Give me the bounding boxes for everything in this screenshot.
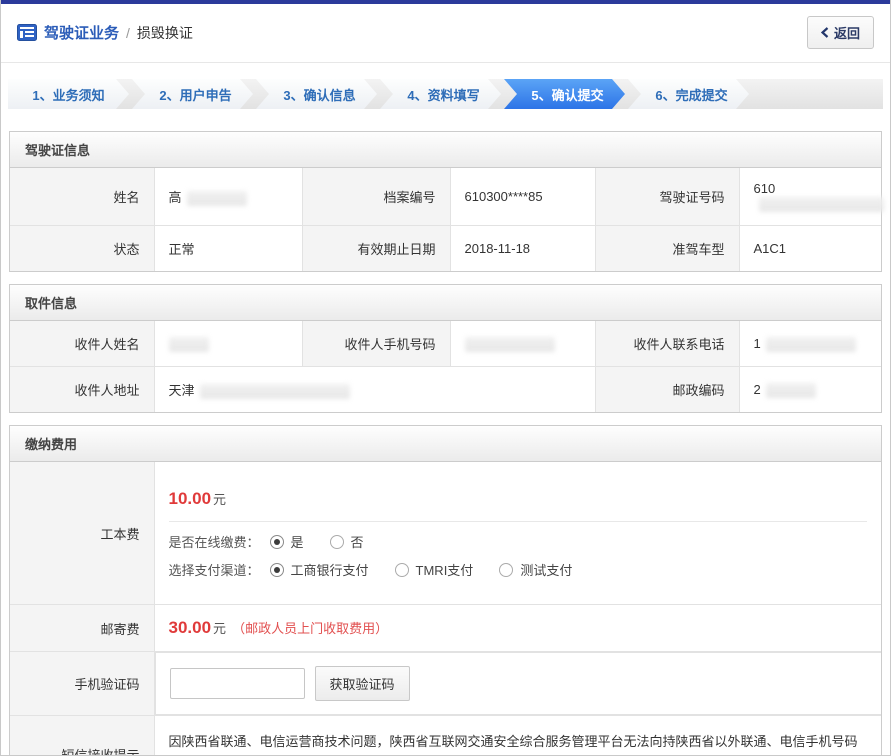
table-row: 短信接收提示 因陕西省联通、电信运营商技术问题，陕西省互联网交通安全综合服务管理…	[10, 716, 881, 756]
pay-channel-question-row: 选择支付渠道： 工商银行支付 TMRI支付 测试支付	[169, 560, 868, 579]
status-value: 正常	[154, 226, 302, 272]
section-license-info: 驾驶证信息 姓名 高 档案编号 610300****85 驾驶证号码 610 状…	[9, 131, 882, 272]
section-title-pickup: 取件信息	[10, 285, 881, 321]
license-list-icon	[17, 24, 37, 41]
online-pay-question-row: 是否在线缴费： 是 否	[169, 532, 868, 551]
online-pay-question: 是否在线缴费：	[169, 532, 260, 551]
postage-fee-cell: 30.00元（邮政人员上门收取费用）	[154, 605, 881, 652]
name-label: 姓名	[10, 168, 154, 226]
valid-until-value: 2018-11-18	[450, 226, 595, 272]
recipient-mobile-value	[450, 321, 595, 367]
section-pickup-info: 取件信息 收件人姓名 收件人手机号码 收件人联系电话 1 收件人地址 天津 邮政…	[9, 284, 882, 413]
status-label: 状态	[10, 226, 154, 272]
redacted-text	[766, 383, 816, 398]
recipient-phone-label: 收件人联系电话	[595, 321, 739, 367]
radio-icon[interactable]	[270, 563, 284, 577]
get-sms-code-button[interactable]: 获取验证码	[315, 666, 410, 701]
redacted-text	[200, 384, 350, 399]
step-5-confirm-submit: 5、确认提交	[504, 79, 625, 109]
recipient-address-value: 天津	[154, 367, 595, 413]
step-1-notice: 1、业务须知	[8, 79, 129, 109]
postage-fee-label: 邮寄费	[10, 605, 154, 652]
work-fee-cell: 10.00元 是否在线缴费： 是 否	[154, 462, 881, 605]
chevron-left-icon	[821, 27, 829, 38]
postage-note: （邮政人员上门收取费用）	[232, 621, 388, 636]
fees-table: 工本费 10.00元 是否在线缴费： 是 否	[10, 462, 881, 756]
redacted-text	[759, 197, 884, 212]
back-button[interactable]: 返回	[807, 16, 874, 49]
radio-online-yes[interactable]: 是	[270, 532, 304, 551]
section-title-license: 驾驶证信息	[10, 132, 881, 168]
table-row: 收件人姓名 收件人手机号码 收件人联系电话 1	[10, 321, 881, 367]
redacted-text	[187, 191, 247, 206]
license-number-value: 610	[739, 168, 881, 226]
step-6-complete: 6、完成提交	[628, 79, 749, 109]
table-row: 状态 正常 有效期止日期 2018-11-18 准驾车型 A1C1	[10, 226, 881, 272]
radio-icon[interactable]	[499, 563, 513, 577]
table-row: 姓名 高 档案编号 610300****85 驾驶证号码 610	[10, 168, 881, 226]
table-row: 收件人地址 天津 邮政编码 2	[10, 367, 881, 413]
radio-icon[interactable]	[330, 535, 344, 549]
redacted-text	[465, 337, 555, 352]
postal-code-label: 邮政编码	[595, 367, 739, 413]
pickup-info-table: 收件人姓名 收件人手机号码 收件人联系电话 1 收件人地址 天津 邮政编码 2	[10, 321, 881, 412]
recipient-mobile-label: 收件人手机号码	[302, 321, 450, 367]
page-title[interactable]: 驾驶证业务	[44, 22, 119, 43]
file-number-value: 610300****85	[450, 168, 595, 226]
sms-code-cell: 获取验证码	[155, 652, 882, 715]
recipient-name-value	[154, 321, 302, 367]
breadcrumb: 驾驶证业务 / 损毁换证	[17, 22, 193, 43]
sms-code-input[interactable]	[170, 668, 305, 699]
radio-channel-icbc[interactable]: 工商银行支付	[270, 560, 369, 579]
section-title-fees: 缴纳费用	[10, 426, 881, 462]
page: 驾驶证业务 / 损毁换证 返回 1、业务须知 2、用户申告 3、确认信息 4、资…	[0, 0, 891, 756]
step-2-declaration: 2、用户申告	[132, 79, 253, 109]
radio-online-no[interactable]: 否	[330, 532, 364, 551]
breadcrumb-current: 损毁换证	[137, 23, 193, 43]
radio-icon[interactable]	[395, 563, 409, 577]
valid-until-label: 有效期止日期	[302, 226, 450, 272]
redacted-text	[169, 337, 209, 352]
divider	[169, 521, 868, 522]
work-fee-amount: 10.00元	[169, 475, 868, 521]
radio-channel-tmri[interactable]: TMRI支付	[395, 560, 474, 579]
sms-code-label: 手机验证码	[10, 652, 154, 716]
table-row: 邮寄费 30.00元（邮政人员上门收取费用）	[10, 605, 881, 652]
recipient-phone-value: 1	[739, 321, 881, 367]
step-3-confirm-info: 3、确认信息	[256, 79, 377, 109]
name-value: 高	[154, 168, 302, 226]
redacted-text	[766, 337, 856, 352]
step-4-fill-data: 4、资料填写	[380, 79, 501, 109]
license-number-label: 驾驶证号码	[595, 168, 739, 226]
recipient-address-label: 收件人地址	[10, 367, 154, 413]
vehicle-class-value: A1C1	[739, 226, 881, 272]
file-number-label: 档案编号	[302, 168, 450, 226]
work-fee-label: 工本费	[10, 462, 154, 605]
postal-code-value: 2	[739, 367, 881, 413]
sms-notice-text: 因陕西省联通、电信运营商技术问题，陕西省互联网交通安全综合服务管理平台无法向持陕…	[154, 716, 881, 756]
section-fees: 缴纳费用 工本费 10.00元 是否在线缴费： 是	[9, 425, 882, 756]
license-info-table: 姓名 高 档案编号 610300****85 驾驶证号码 610 状态 正常 有…	[10, 168, 881, 271]
sms-notice-label: 短信接收提示	[10, 716, 154, 756]
steps-bar: 1、业务须知 2、用户申告 3、确认信息 4、资料填写 5、确认提交 6、完成提…	[8, 79, 883, 109]
radio-channel-test[interactable]: 测试支付	[499, 560, 572, 579]
breadcrumb-separator: /	[126, 25, 130, 41]
header: 驾驶证业务 / 损毁换证 返回	[1, 4, 890, 63]
table-row: 手机验证码 获取验证码	[10, 652, 881, 716]
steps-bar-filler	[752, 79, 883, 109]
radio-icon[interactable]	[270, 535, 284, 549]
vehicle-class-label: 准驾车型	[595, 226, 739, 272]
pay-channel-question: 选择支付渠道：	[169, 560, 260, 579]
table-row: 工本费 10.00元 是否在线缴费： 是 否	[10, 462, 881, 605]
recipient-name-label: 收件人姓名	[10, 321, 154, 367]
